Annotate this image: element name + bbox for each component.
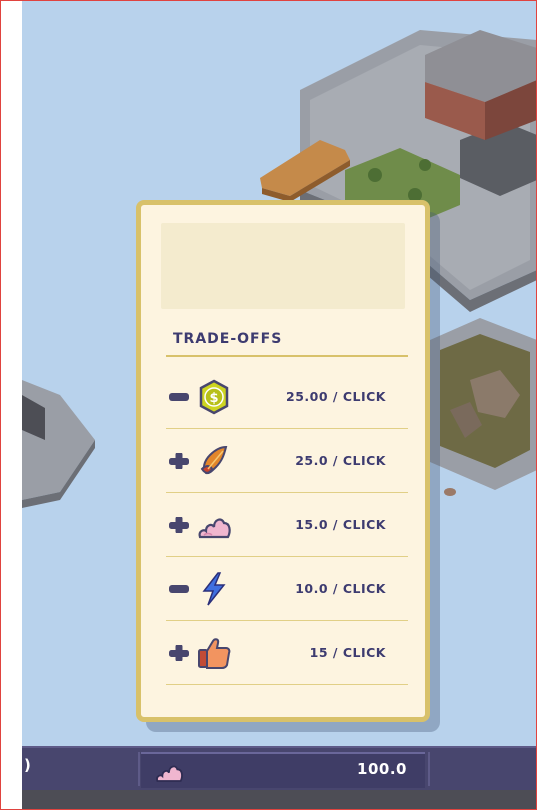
small-rock [444, 488, 456, 496]
left-margin-strip [0, 0, 22, 810]
energy-icon [202, 572, 226, 606]
plus-icon [169, 645, 189, 661]
rate-food: 25.0 / CLICK [295, 453, 386, 468]
pollution-value: 100.0 [357, 760, 407, 778]
pollution-icon [156, 765, 183, 782]
resource-bar: ) 100.0 [0, 746, 537, 790]
rate-energy: 10.0 / CLICK [295, 581, 386, 596]
row-divider [166, 684, 408, 685]
resource-bar-separator [138, 752, 140, 786]
trade-off-row-happiness: 15 / CLICK [166, 621, 408, 685]
section-title: TRADE-OFFS [173, 331, 283, 347]
footer-strip [0, 790, 537, 810]
minus-icon [169, 585, 189, 593]
left-platform [22, 380, 95, 500]
plus-icon [169, 453, 189, 469]
park-tree [419, 159, 431, 171]
coin-icon: $ [199, 379, 229, 415]
trade-off-row-pollution: 15.0 / CLICK [166, 493, 408, 557]
svg-text:$: $ [209, 391, 218, 406]
trade-offs-panel: TRADE-OFFS $ 25.00 / CLICK 25.0 / CLICK [136, 200, 430, 722]
title-divider [166, 355, 408, 357]
rate-happiness: 15 / CLICK [309, 645, 386, 660]
trade-off-row-energy: 10.0 / CLICK [166, 557, 408, 621]
pollution-icon [198, 518, 231, 539]
thumbs-up-icon [198, 638, 231, 669]
food-icon [200, 445, 228, 475]
rate-pollution: 15.0 / CLICK [295, 517, 386, 532]
plus-icon [169, 517, 189, 533]
resource-value-fragment: ) [24, 756, 31, 774]
preview-image-slot [161, 223, 405, 309]
rate-money: 25.00 / CLICK [286, 389, 386, 404]
park-tree [368, 168, 382, 182]
resource-tile-pollution[interactable]: 100.0 [141, 752, 425, 788]
resource-bar-separator [428, 752, 430, 786]
minus-icon [169, 393, 189, 401]
trade-off-row-money: $ 25.00 / CLICK [166, 365, 408, 429]
trade-off-row-food: 25.0 / CLICK [166, 429, 408, 493]
